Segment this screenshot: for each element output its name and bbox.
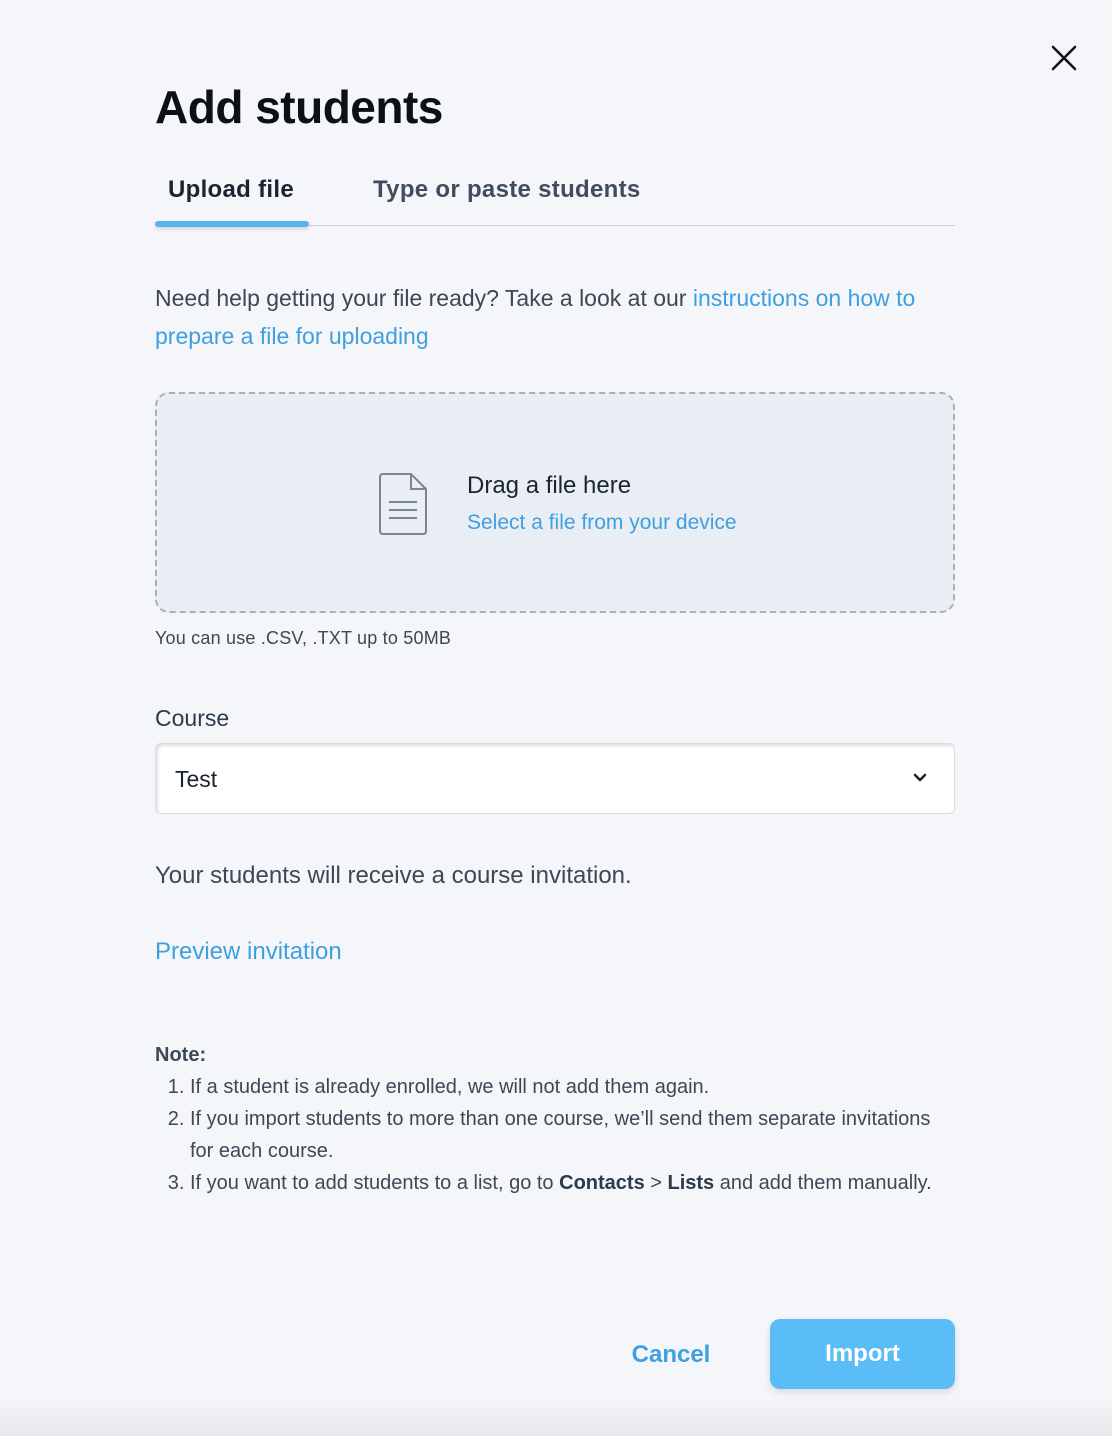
note-title: Note: <box>155 1044 207 1066</box>
breadcrumb-separator: > <box>644 1172 668 1194</box>
tab-bar: Upload file Type or paste students <box>155 170 955 227</box>
document-icon <box>379 473 427 535</box>
close-icon <box>1051 45 1077 71</box>
lists-label: Lists <box>667 1172 715 1194</box>
contacts-label: Contacts <box>559 1172 645 1194</box>
tab-type-or-paste[interactable]: Type or paste students <box>373 176 641 204</box>
note-item-3-suffix: and add them manually. <box>714 1172 932 1194</box>
bottom-shadow <box>0 1396 1112 1436</box>
select-file-link[interactable]: Select a file from your device <box>467 511 737 535</box>
invitation-info: Your students will receive a course invi… <box>155 862 632 889</box>
active-tab-indicator <box>155 221 309 227</box>
note-item: If you want to add students to a list, g… <box>190 1167 945 1199</box>
file-dropzone[interactable]: Drag a file here Select a file from your… <box>155 392 955 613</box>
note-item: If a student is already enrolled, we wil… <box>190 1071 945 1103</box>
help-text-prefix: Need help getting your file ready? Take … <box>155 285 693 311</box>
course-select[interactable]: Test <box>155 743 955 814</box>
import-button[interactable]: Import <box>770 1319 955 1389</box>
help-text: Need help getting your file ready? Take … <box>155 279 945 355</box>
file-type-hint: You can use .CSV, .TXT up to 50MB <box>155 628 452 648</box>
add-students-dialog: Add students Upload file Type or paste s… <box>0 0 1112 1436</box>
chevron-down-icon <box>913 773 927 782</box>
preview-invitation-link[interactable]: Preview invitation <box>155 938 342 966</box>
tab-upload-file[interactable]: Upload file <box>168 176 294 204</box>
note-item: If you import students to more than one … <box>190 1103 945 1167</box>
note-list: If a student is already enrolled, we wil… <box>190 1071 945 1199</box>
note-item-3-prefix: If you want to add students to a list, g… <box>190 1172 560 1194</box>
dropzone-title: Drag a file here <box>467 472 632 499</box>
cancel-button[interactable]: Cancel <box>612 1322 730 1388</box>
course-label: Course <box>155 705 230 731</box>
course-select-value: Test <box>175 766 218 792</box>
close-button[interactable] <box>1046 40 1082 76</box>
note-section: Note: If a student is already enrolled, … <box>155 1039 945 1199</box>
dialog-title: Add students <box>155 81 443 133</box>
